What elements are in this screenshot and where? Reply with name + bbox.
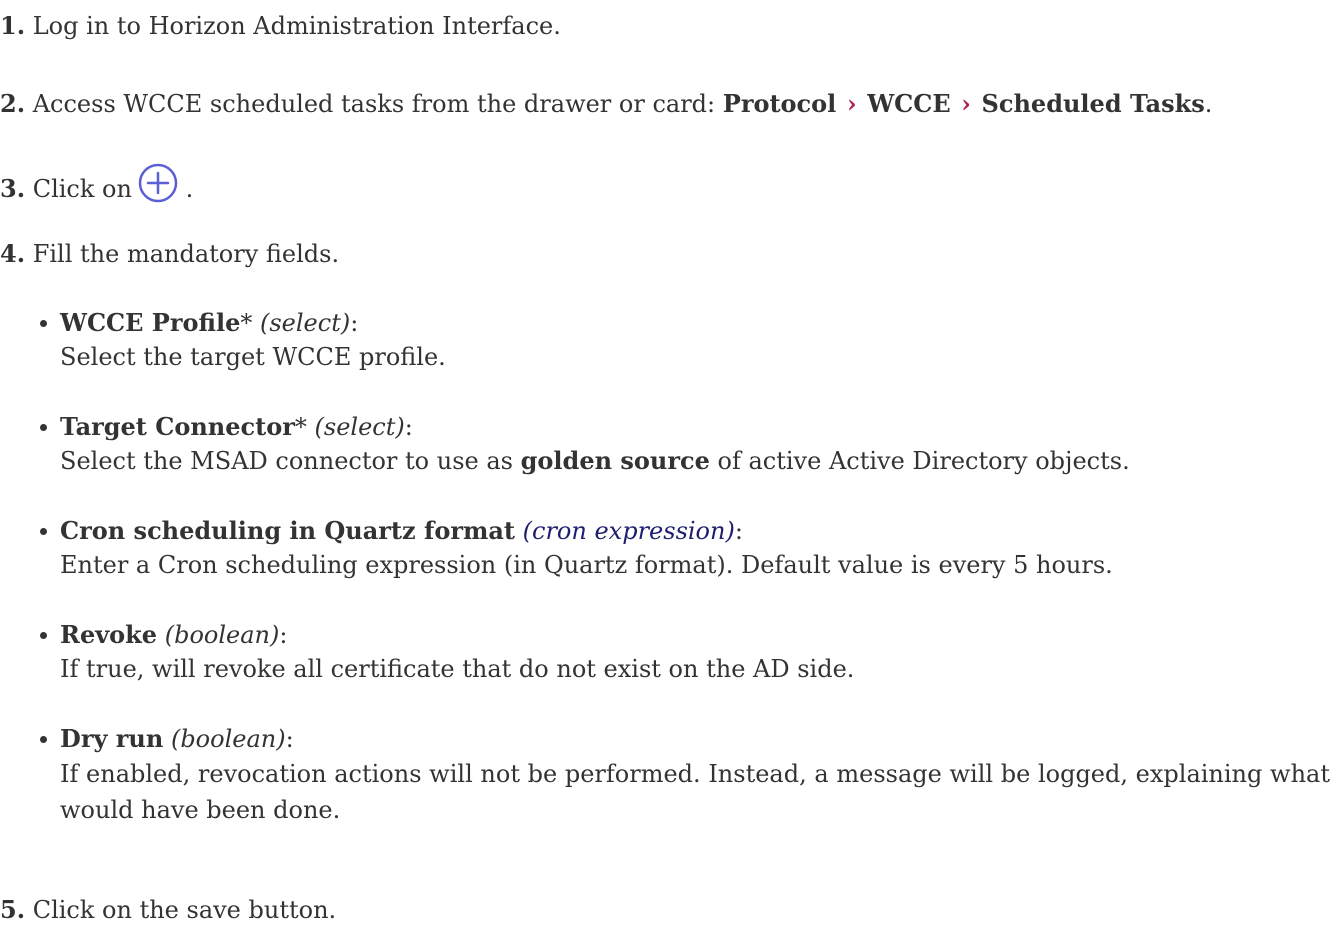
- field-description: Select the target WCCE profile.: [60, 343, 446, 371]
- field-name: Revoke: [60, 620, 158, 649]
- step-1: 1. Log in to Horizon Administration Inte…: [0, 9, 561, 43]
- step-5: 5. Click on the save button.: [0, 893, 336, 927]
- field-type: (boolean): [170, 725, 286, 753]
- field-name: Target Connector: [60, 412, 295, 441]
- step-end: .: [1204, 90, 1213, 118]
- bullet-icon: [40, 528, 47, 535]
- colon: :: [404, 413, 413, 441]
- field-name: Dry run: [60, 724, 164, 753]
- bullet-icon: [40, 632, 47, 639]
- step-2: 2. Access WCCE scheduled tasks from the …: [0, 87, 1212, 121]
- colon: :: [734, 517, 743, 545]
- colon: :: [285, 725, 294, 753]
- step-number: 1.: [0, 11, 26, 40]
- bullet-icon: [40, 736, 47, 743]
- field-description: If true, will revoke all certificate tha…: [60, 655, 855, 683]
- step-number: 3.: [0, 174, 26, 203]
- colon: :: [350, 309, 359, 337]
- step-3: 3. Click on .: [0, 163, 193, 206]
- breadcrumb-separator: ›: [961, 89, 971, 118]
- bullet-icon: [40, 424, 47, 431]
- required-marker: *: [294, 413, 307, 441]
- step-text: Click on the save button.: [32, 896, 337, 924]
- step-text: Fill the mandatory fields.: [32, 240, 340, 268]
- field-type: (boolean): [164, 621, 280, 649]
- cron-expression-link[interactable]: (cron expression): [523, 517, 735, 545]
- step-end: .: [185, 175, 194, 203]
- description-text: Select the MSAD connector to use as: [60, 447, 521, 475]
- list-item: Cron scheduling in Quartz format (cron e…: [40, 514, 1330, 582]
- breadcrumb-wcce: WCCE: [867, 89, 951, 118]
- list-item: WCCE Profile* (select): Select the targe…: [40, 306, 1330, 374]
- step-number: 4.: [0, 239, 26, 268]
- field-type: (select): [314, 413, 405, 441]
- required-marker: *: [240, 309, 253, 337]
- step-text: Access WCCE scheduled tasks from the dra…: [32, 90, 723, 118]
- list-item: Target Connector* (select): Select the M…: [40, 410, 1330, 478]
- field-name: WCCE Profile: [60, 308, 241, 337]
- field-description: Enter a Cron scheduling expression (in Q…: [60, 551, 1113, 579]
- breadcrumb-separator: ›: [846, 89, 857, 118]
- golden-source-text: golden source: [520, 446, 710, 475]
- step-number: 2.: [0, 89, 26, 118]
- step-4: 4. Fill the mandatory fields.: [0, 237, 339, 271]
- add-circle-icon: [138, 163, 178, 203]
- field-type: (select): [259, 309, 351, 337]
- list-item: Revoke (boolean): If true, will revoke a…: [40, 618, 1330, 686]
- description-text: of active Active Directory objects.: [709, 447, 1130, 475]
- bullet-icon: [40, 320, 47, 327]
- breadcrumb-scheduled-tasks: Scheduled Tasks: [981, 89, 1205, 118]
- step-text: Click on: [32, 175, 132, 203]
- colon: :: [279, 621, 288, 649]
- breadcrumb-protocol: Protocol: [722, 89, 837, 118]
- field-name: Cron scheduling in Quartz format: [60, 516, 516, 545]
- field-description: Select the MSAD connector to use as gold…: [40, 444, 1330, 478]
- step-number: 5.: [0, 895, 26, 924]
- step-text: Log in to Horizon Administration Interfa…: [32, 12, 561, 40]
- list-item: Dry run (boolean): If enabled, revocatio…: [40, 722, 1330, 828]
- field-description: If enabled, revocation actions will not …: [60, 760, 1330, 824]
